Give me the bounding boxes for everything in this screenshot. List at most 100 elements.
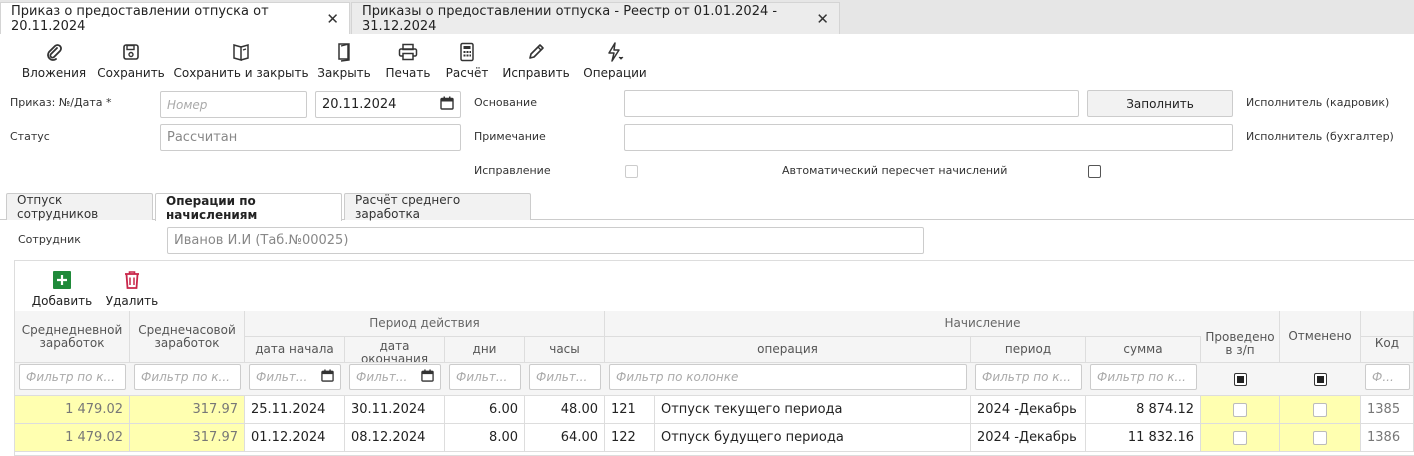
col-header-days[interactable]: дни — [445, 337, 525, 363]
tab-average-earnings[interactable]: Расчёт среднего заработка — [344, 193, 531, 221]
col-header-code[interactable]: Код — [1361, 337, 1414, 363]
order-date-input[interactable]: 20.11.2024 — [315, 91, 461, 118]
cell-hours[interactable]: 48.00 — [525, 396, 605, 424]
filter-avg-daily[interactable]: Фильтр по к... — [19, 364, 126, 390]
filter-posted-checkbox[interactable] — [1234, 373, 1247, 386]
print-label: Печать — [385, 66, 431, 80]
col-header-cancelled[interactable]: Отменено — [1280, 311, 1361, 363]
col-header-date-start[interactable]: дата начала — [245, 337, 345, 363]
col-header-period[interactable]: период — [971, 337, 1086, 363]
save-close-label: Сохранить и закрыть — [173, 66, 309, 80]
cell-operation-name[interactable]: Отпуск будущего периода — [655, 424, 971, 452]
col-header-sum[interactable]: сумма — [1086, 337, 1201, 363]
cell-avg-hourly[interactable]: 317.97 — [130, 424, 245, 452]
cell-avg-daily[interactable]: 1 479.02 — [15, 424, 130, 452]
tab-employee-vacation[interactable]: Отпуск сотрудников — [6, 193, 153, 221]
cell-date-end[interactable]: 08.12.2024 — [345, 424, 445, 452]
cell-sum[interactable]: 8 874.12 — [1086, 396, 1201, 424]
auto-recalc-checkbox[interactable] — [1088, 165, 1101, 178]
filter-days[interactable]: Фильт... — [449, 364, 521, 390]
cell-operation-name[interactable]: Отпуск текущего периода — [655, 396, 971, 424]
cell-operation-code[interactable]: 121 — [605, 396, 655, 424]
cell-days[interactable]: 8.00 — [445, 424, 525, 452]
cell-date-end[interactable]: 30.11.2024 — [345, 396, 445, 424]
col-header-date-end[interactable]: дата окончания — [345, 337, 445, 363]
cell-avg-daily[interactable]: 1 479.02 — [15, 396, 130, 424]
close-icon[interactable]: ✕ — [816, 10, 829, 28]
calendar-icon[interactable] — [440, 96, 454, 114]
cell-cancelled[interactable] — [1280, 396, 1361, 424]
filter-date-start-placeholder: Фильт... — [256, 370, 308, 384]
calendar-icon[interactable] — [421, 369, 434, 385]
calculator-icon — [457, 40, 477, 64]
filter-avg-hourly[interactable]: Фильтр по к... — [134, 364, 241, 390]
col-header-avg-hourly[interactable]: Среднечасовой заработок — [130, 311, 245, 363]
order-date-value: 20.11.2024 — [322, 97, 397, 112]
filter-sum[interactable]: Фильтр по к... — [1090, 364, 1197, 390]
cell-period[interactable]: 2024 -Декабрь — [971, 396, 1086, 424]
close-icon[interactable]: ✕ — [326, 10, 339, 28]
cell-sum[interactable]: 11 832.16 — [1086, 424, 1201, 452]
add-button[interactable]: Добавить — [32, 268, 92, 308]
fill-button[interactable]: Заполнить — [1087, 90, 1233, 117]
print-button[interactable]: Печать — [384, 34, 432, 84]
cell-period[interactable]: 2024 -Декабрь — [971, 424, 1086, 452]
auto-recalc-label: Автоматический пересчет начислений — [782, 164, 1008, 177]
correction-checkbox — [625, 165, 638, 178]
filter-cancelled-checkbox[interactable] — [1314, 373, 1327, 386]
col-header-code-top — [1361, 311, 1414, 337]
order-number-input[interactable]: Номер — [160, 91, 307, 118]
operations-button[interactable]: Операции — [583, 34, 647, 84]
cell-hours[interactable]: 64.00 — [525, 424, 605, 452]
filter-date-end[interactable]: Фильт... — [349, 364, 441, 390]
cell-posted[interactable] — [1201, 396, 1280, 424]
executor-hr-label: Исполнитель (кадровик) — [1246, 96, 1390, 109]
employee-label: Сотрудник — [18, 233, 81, 246]
filter-date-end-placeholder: Фильт... — [356, 370, 408, 384]
posted-checkbox[interactable] — [1233, 430, 1247, 445]
basis-input[interactable] — [624, 90, 1079, 117]
cell-date-start[interactable]: 01.12.2024 — [245, 424, 345, 452]
delete-label: Удалить — [105, 294, 159, 308]
filter-operation[interactable]: Фильтр по колонке — [609, 364, 967, 390]
cell-posted[interactable] — [1201, 424, 1280, 452]
tab-accrual-operations[interactable]: Операции по начислениям — [155, 193, 342, 222]
cancelled-checkbox[interactable] — [1313, 402, 1327, 417]
window-tab-order[interactable]: Приказ о предоставлении отпуска от 20.11… — [0, 2, 350, 34]
cell-code[interactable]: 1385 — [1361, 396, 1414, 424]
cell-code[interactable]: 1386 — [1361, 424, 1414, 452]
save-close-button[interactable]: Сохранить и закрыть — [173, 34, 309, 84]
toolbar: Вложения Сохранить Сохранить и закрыть З… — [0, 34, 1414, 84]
filter-code[interactable]: Ф... — [1365, 364, 1410, 390]
cell-operation-code[interactable]: 122 — [605, 424, 655, 452]
col-header-operation[interactable]: операция — [605, 337, 971, 363]
window-tab-label: Приказ о предоставлении отпуска от 20.11… — [11, 3, 269, 34]
filter-date-start[interactable]: Фильт... — [249, 364, 341, 390]
cell-days[interactable]: 6.00 — [445, 396, 525, 424]
cell-date-start[interactable]: 25.11.2024 — [245, 396, 345, 424]
delete-button[interactable]: Удалить — [104, 268, 160, 308]
note-input[interactable] — [624, 124, 1233, 151]
cancelled-checkbox[interactable] — [1313, 430, 1327, 445]
correction-label: Исправление — [474, 164, 551, 177]
window-tab-registry[interactable]: Приказы о предоставлении отпуска - Реест… — [351, 2, 840, 34]
pencil-icon — [526, 40, 546, 64]
filter-hours[interactable]: Фильт... — [529, 364, 601, 390]
cell-cancelled[interactable] — [1280, 424, 1361, 452]
calendar-icon[interactable] — [321, 369, 334, 385]
attachments-button[interactable]: Вложения — [21, 34, 87, 84]
save-button[interactable]: Сохранить — [97, 34, 165, 84]
calc-button[interactable]: Расчёт — [444, 34, 490, 84]
close-button[interactable]: Закрыть — [317, 34, 371, 84]
edit-button[interactable]: Исправить — [502, 34, 570, 84]
col-header-avg-daily[interactable]: Среднедневной заработок — [15, 311, 130, 363]
add-label: Добавить — [31, 294, 93, 308]
attachments-label: Вложения — [21, 66, 87, 80]
col-header-posted[interactable]: Проведено в з/п — [1201, 311, 1280, 363]
filter-period[interactable]: Фильтр по к... — [975, 364, 1082, 390]
trash-icon — [122, 268, 142, 292]
col-header-hours[interactable]: часы — [525, 337, 605, 363]
cell-avg-hourly[interactable]: 317.97 — [130, 396, 245, 424]
posted-checkbox[interactable] — [1233, 402, 1247, 417]
status-label: Статус — [10, 130, 50, 143]
